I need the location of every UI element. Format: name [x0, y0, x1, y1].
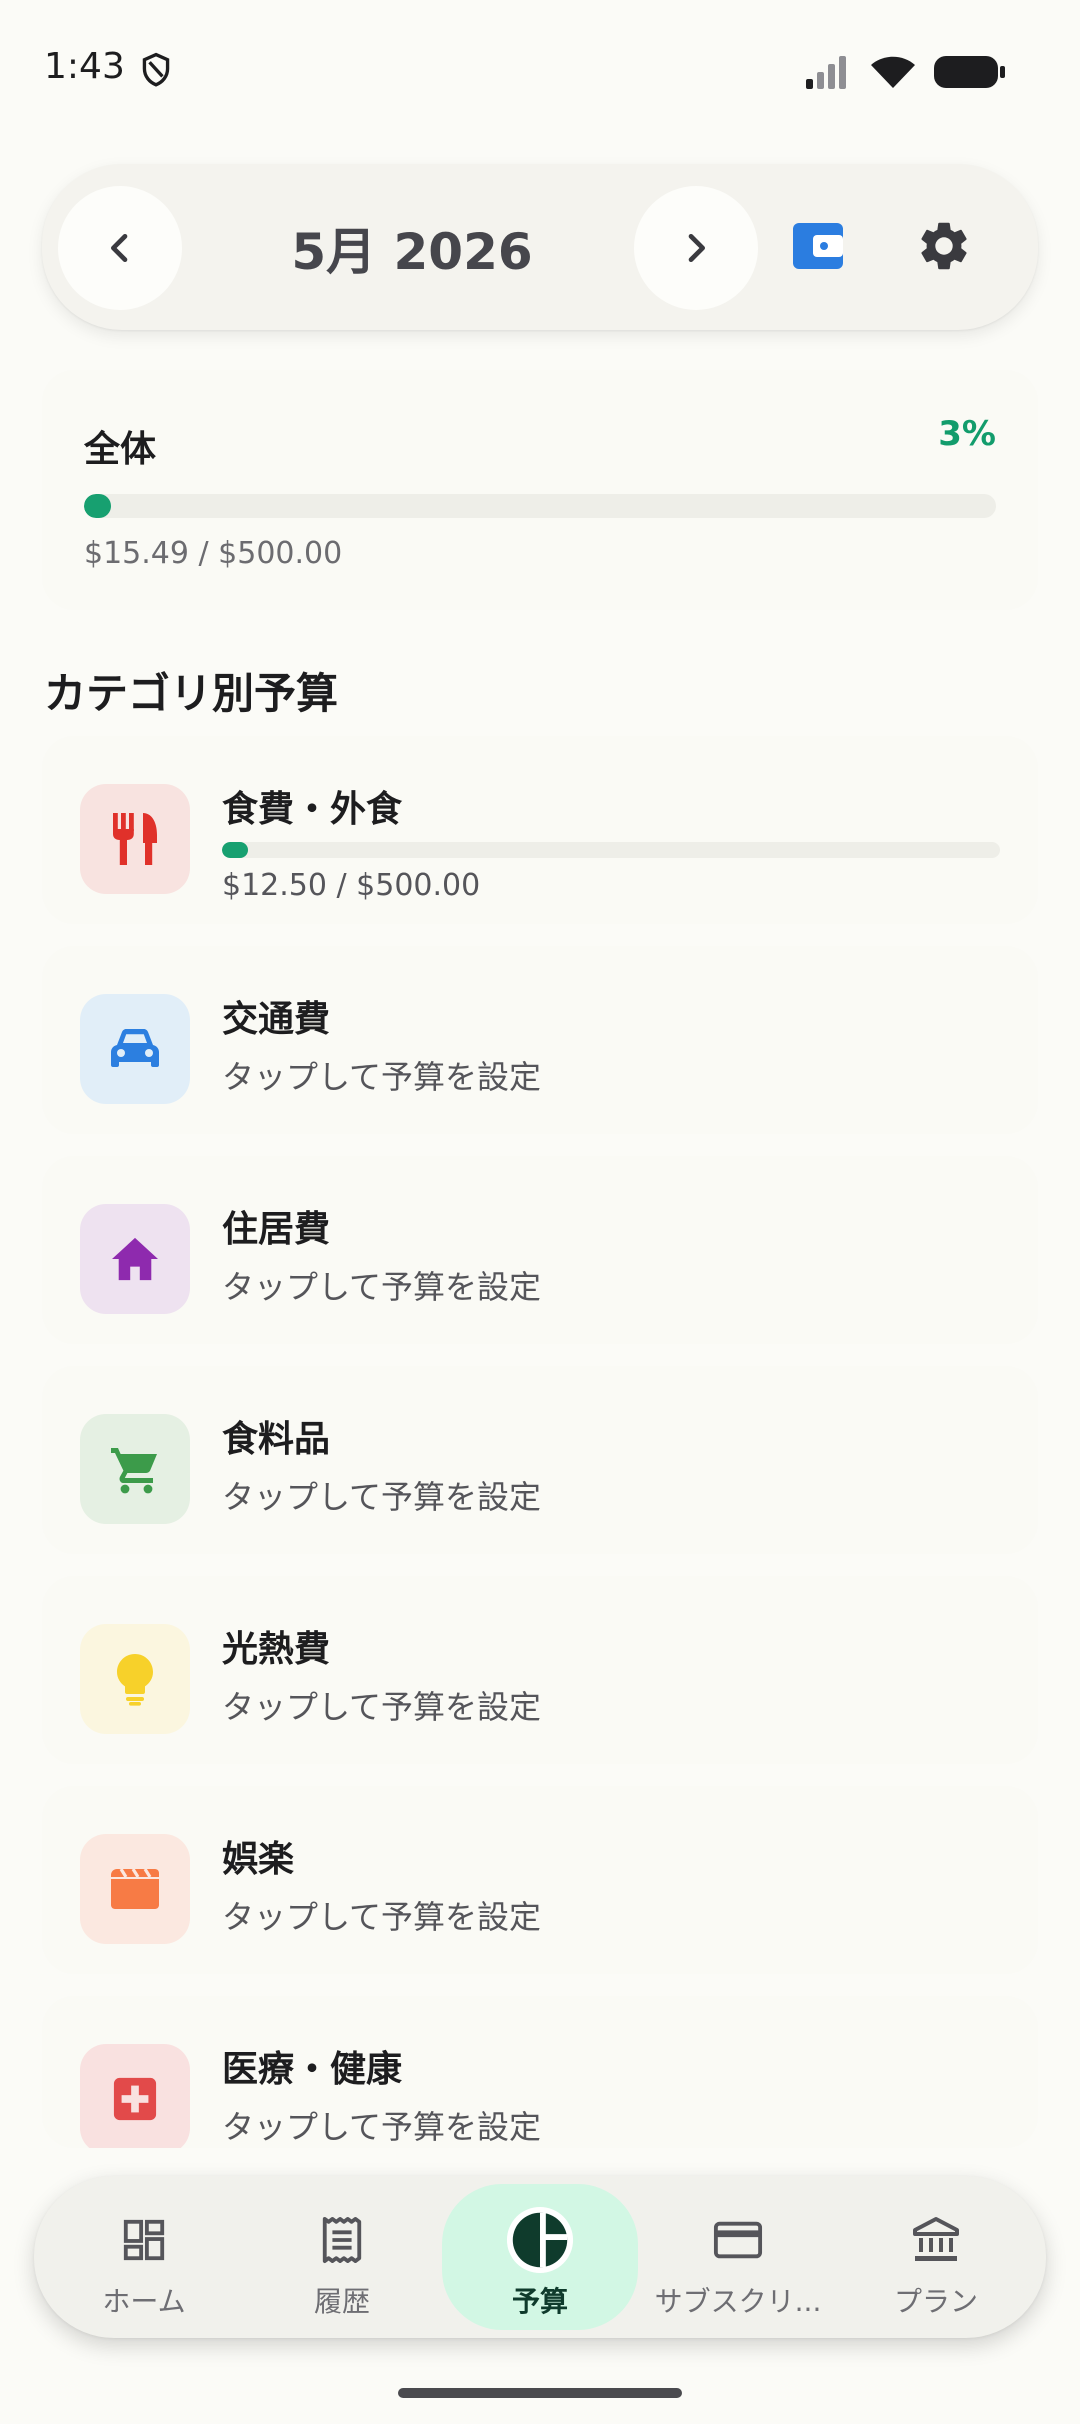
car-icon: [111, 1029, 159, 1067]
overall-progress-track: [84, 494, 996, 518]
category-card-dining[interactable]: 食費・外食 $12.50 / $500.00: [42, 736, 1038, 924]
category-icon-box: [80, 1834, 190, 1944]
category-name: 食費・外食: [222, 789, 403, 830]
category-subtitle: タップして予算を設定: [222, 2108, 542, 2146]
nav-budget[interactable]: 予算: [442, 2184, 638, 2330]
category-icon-box: [80, 784, 190, 894]
status-icons: [806, 52, 1006, 92]
nav-subscriptions[interactable]: サブスクリ...: [640, 2176, 836, 2338]
category-name: 光熱費: [222, 1629, 331, 1670]
chevron-left-icon: [111, 234, 128, 262]
battery-icon: [934, 56, 1005, 88]
category-card-entertainment[interactable]: 娯楽 タップして予算を設定: [42, 1786, 1038, 1974]
fork-knife-icon: [113, 813, 157, 865]
previous-month-button[interactable]: [58, 186, 182, 310]
category-subtitle: タップして予算を設定: [222, 1058, 542, 1096]
category-subtitle: タップして予算を設定: [222, 1688, 542, 1726]
overall-amount: $15.49 / $500.00: [84, 536, 343, 571]
category-name: 食料品: [222, 1419, 331, 1460]
category-subtitle: タップして予算を設定: [222, 1478, 542, 1516]
category-icon-box: [80, 994, 190, 1104]
category-icon-box: [80, 1204, 190, 1314]
house-icon: [112, 1237, 158, 1281]
next-month-button[interactable]: [634, 186, 758, 310]
overall-percent: 3%: [938, 414, 996, 454]
category-name: 医療・健康: [222, 2049, 403, 2090]
category-card-housing[interactable]: 住居費 タップして予算を設定: [42, 1156, 1038, 1344]
settings-button[interactable]: [912, 214, 976, 278]
category-icon-box: [80, 2044, 190, 2148]
home-indicator[interactable]: [398, 2388, 682, 2398]
lightbulb-icon: [117, 1654, 153, 1706]
nav-label: サブスクリ...: [654, 2285, 822, 2318]
clapperboard-icon: [111, 1868, 159, 1909]
nav-label: ホーム: [102, 2285, 186, 2318]
category-amount: $12.50 / $500.00: [222, 868, 481, 903]
month-title: 5月 2026: [291, 223, 533, 281]
nav-history[interactable]: 履歴: [244, 2176, 440, 2338]
medical-cross-icon: [113, 2077, 157, 2121]
category-progress-track: [222, 842, 1000, 858]
nav-label: 予算: [511, 2285, 568, 2318]
overall-progress-fill: [84, 494, 112, 518]
category-name: 娯楽: [222, 1839, 295, 1880]
cart-icon: [111, 1448, 157, 1494]
chevron-right-icon: [688, 234, 705, 262]
wallet-button[interactable]: [788, 216, 848, 276]
bottom-navigation: ホーム 履歴 予算 サブスクリ... プラン: [34, 2176, 1046, 2338]
category-card-groceries[interactable]: 食料品 タップして予算を設定: [42, 1366, 1038, 1554]
nav-home[interactable]: ホーム: [46, 2176, 242, 2338]
category-icon-box: [80, 1624, 190, 1734]
overall-title: 全体: [84, 429, 157, 470]
cell-signal-icon: [806, 56, 846, 89]
category-name: 住居費: [222, 1209, 331, 1250]
category-icon-box: [80, 1414, 190, 1524]
month-header: 5月 2026: [42, 164, 1038, 330]
bank-icon: [913, 2217, 959, 2261]
status-time: 1:43: [44, 46, 125, 87]
credit-card-icon: [713, 2221, 763, 2259]
section-title: カテゴリ別予算: [44, 669, 339, 718]
nav-plan[interactable]: プラン: [838, 2176, 1034, 2338]
dashboard-icon: [123, 2219, 165, 2261]
category-card-utilities[interactable]: 光熱費 タップして予算を設定: [42, 1576, 1038, 1764]
pie-chart-icon: [506, 2206, 574, 2274]
status-bar: 1:43: [0, 0, 1080, 140]
nav-label: 履歴: [313, 2285, 370, 2318]
category-progress-fill: [222, 842, 248, 858]
shield-icon: [142, 52, 170, 87]
category-subtitle: タップして予算を設定: [222, 1268, 542, 1306]
receipt-icon: [322, 2217, 362, 2263]
category-name: 交通費: [222, 999, 331, 1040]
overall-budget-card[interactable]: 全体 3% $15.49 / $500.00: [42, 370, 1038, 610]
gear-icon: [921, 222, 967, 270]
category-card-transport[interactable]: 交通費 タップして予算を設定: [42, 946, 1038, 1134]
wifi-icon: [871, 56, 915, 88]
category-card-medical[interactable]: 医療・健康 タップして予算を設定: [42, 1996, 1038, 2148]
nav-label: プラン: [893, 2285, 978, 2318]
wallet-icon: [793, 223, 843, 269]
category-subtitle: タップして予算を設定: [222, 1898, 542, 1936]
